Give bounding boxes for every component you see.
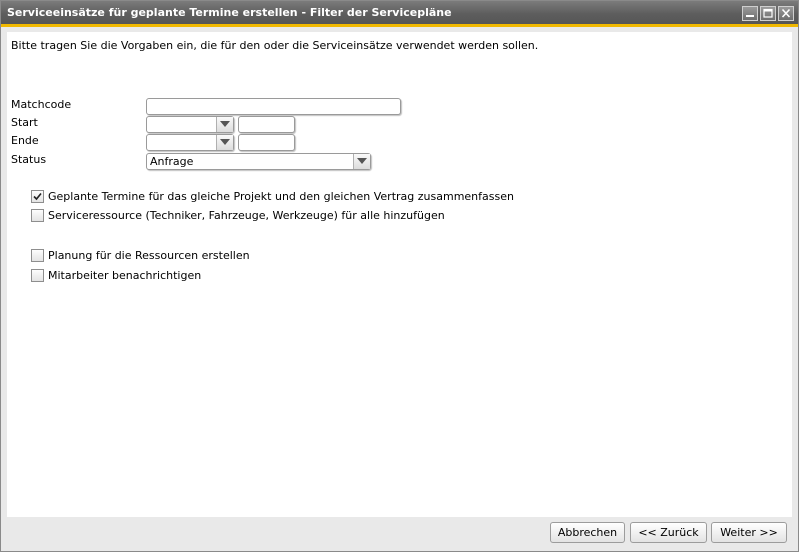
checkmark-icon	[33, 192, 42, 201]
button-bar: Abbrechen << Zurück Weiter >>	[7, 519, 792, 547]
start-time-input[interactable]	[238, 116, 295, 133]
option-label: Mitarbeiter benachrichtigen	[48, 269, 202, 282]
matchcode-label: Matchcode	[11, 98, 72, 111]
checkbox[interactable]	[31, 269, 44, 282]
status-value: Anfrage	[150, 155, 194, 168]
ende-date-combo[interactable]	[146, 134, 234, 151]
maximize-button[interactable]	[760, 6, 776, 21]
option-add-service-resource[interactable]: Serviceressource (Techniker, Fahrzeuge, …	[31, 209, 445, 222]
option-label: Serviceressource (Techniker, Fahrzeuge, …	[48, 209, 445, 222]
status-dropdown-button[interactable]	[353, 154, 370, 169]
ende-label: Ende	[11, 134, 39, 147]
status-select[interactable]: Anfrage	[146, 153, 371, 170]
status-label: Status	[11, 153, 47, 166]
minimize-icon	[746, 15, 754, 17]
intro-text: Bitte tragen Sie die Vorgaben ein, die f…	[11, 39, 539, 52]
start-label: Start	[11, 116, 38, 129]
next-button[interactable]: Weiter >>	[711, 522, 787, 543]
close-button[interactable]	[778, 6, 794, 21]
maximize-icon	[763, 8, 773, 18]
window-title: Serviceeinsätze für geplante Termine ers…	[7, 6, 452, 19]
start-date-dropdown-button[interactable]	[216, 117, 233, 132]
option-notify-employees[interactable]: Mitarbeiter benachrichtigen	[31, 269, 201, 282]
triangle-down-icon	[220, 139, 230, 145]
minimize-button[interactable]	[742, 6, 758, 21]
start-date-combo[interactable]	[146, 116, 234, 133]
checkbox[interactable]	[31, 209, 44, 222]
cancel-button[interactable]: Abbrechen	[550, 522, 625, 543]
form-panel: Bitte tragen Sie die Vorgaben ein, die f…	[7, 32, 792, 517]
dialog-window: Serviceeinsätze für geplante Termine ers…	[0, 0, 799, 552]
triangle-down-icon	[357, 158, 367, 164]
option-label: Geplante Termine für das gleiche Projekt…	[48, 190, 514, 203]
matchcode-input[interactable]	[146, 98, 401, 115]
title-bar[interactable]: Serviceeinsätze für geplante Termine ers…	[1, 1, 798, 27]
triangle-down-icon	[220, 121, 230, 127]
option-combine-appointments[interactable]: Geplante Termine für das gleiche Projekt…	[31, 190, 514, 203]
close-icon	[781, 8, 791, 18]
back-button[interactable]: << Zurück	[630, 522, 707, 543]
option-create-resource-planning[interactable]: Planung für die Ressourcen erstellen	[31, 249, 250, 262]
option-label: Planung für die Ressourcen erstellen	[48, 249, 250, 262]
checkbox[interactable]	[31, 249, 44, 262]
window-controls	[742, 6, 794, 21]
checkbox[interactable]	[31, 190, 44, 203]
ende-time-input[interactable]	[238, 134, 295, 151]
ende-date-dropdown-button[interactable]	[216, 135, 233, 150]
